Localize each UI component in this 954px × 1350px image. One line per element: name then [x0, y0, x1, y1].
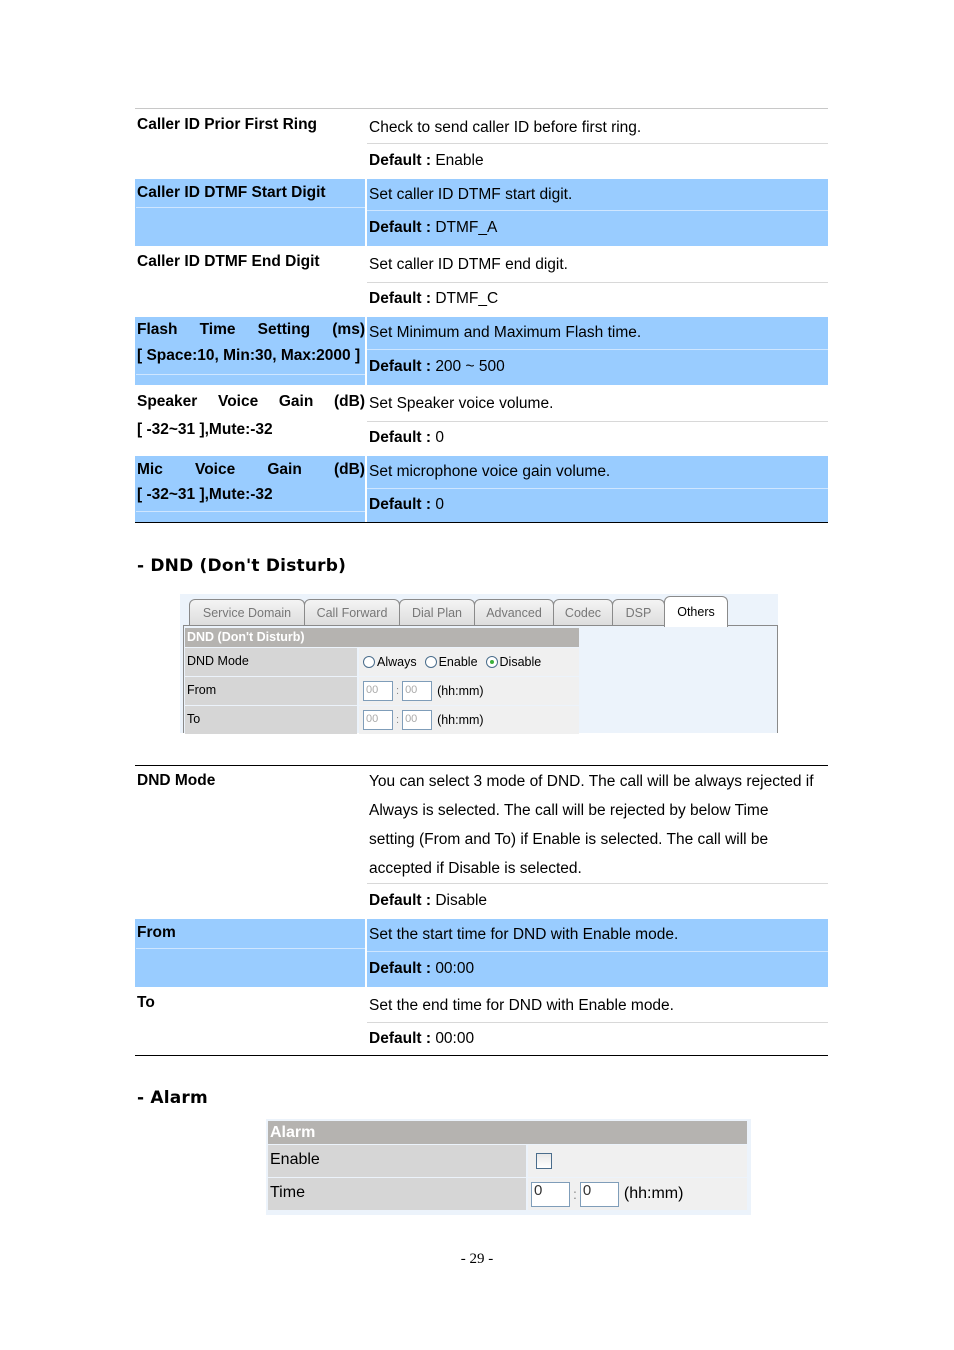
param-range: [ Space:10, Min:30, Max:2000 ]	[137, 347, 361, 364]
param-default: Default : DTMF_C	[367, 282, 828, 315]
table-row: Caller ID DTMF End Digit Set caller ID D…	[135, 248, 828, 315]
enable-checkbox[interactable]	[536, 1153, 552, 1169]
tab-bar: Service Domain Call Forward Dial Plan Ad…	[189, 596, 728, 627]
page-number: - 29 -	[460, 1251, 494, 1267]
param-name: DND Mode	[137, 772, 216, 789]
param-description: Check to send caller ID before first rin…	[369, 118, 642, 136]
param-name: Flash Time Setting (ms)	[137, 321, 365, 338]
panel-border-right	[777, 625, 778, 733]
param-default: Default : Enable	[367, 143, 828, 177]
tab-others[interactable]: Others	[664, 596, 728, 627]
to-label: To	[185, 706, 357, 734]
param-default: Default : 200 ~ 500	[367, 349, 828, 384]
param-description: Set Speaker voice volume.	[369, 395, 554, 412]
from-label: From	[185, 677, 357, 705]
param-range: [ -32~31 ],Mute:-32	[137, 421, 273, 438]
radio-selected-icon	[485, 656, 498, 668]
param-name: Speaker Voice Gain (dB)	[137, 393, 365, 410]
param-description: Set Minimum and Maximum Flash time.	[369, 324, 642, 341]
dnd-to-row: To 00 : 00 (hh:mm)	[185, 706, 579, 734]
alarm-hour-input[interactable]: 0	[531, 1181, 570, 1207]
time-label: Time	[268, 1178, 526, 1210]
form-header: Alarm	[268, 1121, 747, 1144]
alarm-time: 0 : 0 (hh:mm)	[528, 1178, 747, 1210]
dnd-mode-row: DND Mode Always Enable Disable	[185, 648, 579, 676]
param-name: To	[137, 994, 155, 1011]
to-hour-input[interactable]: 00	[363, 710, 393, 730]
param-default: Default : Disable	[367, 883, 828, 917]
tab-service-domain[interactable]: Service Domain	[189, 599, 305, 626]
dnd-settings-screenshot: Service Domain Call Forward Dial Plan Ad…	[180, 594, 778, 734]
radio-enable[interactable]: Enable	[424, 655, 478, 669]
table-row: Caller ID Prior First Ring Check to send…	[135, 109, 828, 177]
parameter-table-dnd: DND Mode You can select 3 mode of DND. T…	[135, 765, 828, 1056]
param-default: Default : 0	[367, 421, 828, 454]
enable-label: Enable	[268, 1145, 526, 1177]
from-time: 00 : 00 (hh:mm)	[359, 677, 579, 705]
param-description: Set caller ID DTMF start digit.	[369, 185, 573, 203]
to-time: 00 : 00 (hh:mm)	[359, 706, 579, 734]
table-row: Flash Time Setting (ms) [ Space:10, Min:30,…	[135, 317, 828, 385]
param-name: Caller ID DTMF End Digit	[137, 253, 320, 270]
tab-call-forward[interactable]: Call Forward	[304, 599, 400, 626]
alarm-settings-screenshot: Alarm Enable Time 0 : 0 (hh:mm)	[266, 1119, 751, 1215]
format-hint: (hh:mm)	[623, 1185, 684, 1202]
radio-disable[interactable]: Disable	[485, 655, 541, 669]
alarm-enable-row: Enable	[268, 1145, 747, 1177]
section-title-dnd: - DND (Don't Disturb)	[137, 556, 347, 576]
param-name: Mic Voice Gain (dB)	[137, 461, 365, 478]
param-description: Set microphone voice gain volume.	[369, 463, 611, 480]
dnd-mode-label: DND Mode	[185, 648, 357, 676]
tab-dsp[interactable]: DSP	[612, 599, 665, 626]
param-default: Default : DTMF_A	[367, 210, 828, 245]
tab-advanced[interactable]: Advanced	[474, 599, 554, 626]
radio-icon	[363, 656, 375, 668]
param-default: Default : 00:00	[367, 951, 828, 986]
from-hour-input[interactable]: 00	[363, 681, 393, 701]
format-hint: (hh:mm)	[437, 713, 484, 727]
param-description: Set the end time for DND with Enable mod…	[369, 996, 674, 1014]
alarm-time-row: Time 0 : 0 (hh:mm)	[268, 1178, 747, 1210]
param-description: Set caller ID DTMF end digit.	[369, 256, 568, 273]
form-header: DND (Don't Disturb)	[185, 628, 579, 647]
parameter-table-voice: Caller ID Prior First Ring Check to send…	[135, 108, 828, 523]
table-row: To Set the end time for DND with Enable …	[135, 989, 828, 1056]
param-range: [ -32~31 ],Mute:-32	[137, 486, 273, 503]
to-minute-input[interactable]: 00	[402, 710, 433, 730]
alarm-form: Alarm Enable Time 0 : 0 (hh:mm)	[268, 1121, 747, 1210]
tab-codec[interactable]: Codec	[553, 599, 613, 626]
from-minute-input[interactable]: 00	[402, 681, 433, 701]
alarm-minute-input[interactable]: 0	[579, 1181, 619, 1207]
section-title-alarm: - Alarm	[137, 1088, 208, 1108]
tab-dial-plan[interactable]: Dial Plan	[399, 599, 475, 626]
radio-icon	[424, 656, 437, 668]
table-row: Caller ID DTMF Start Digit Set caller ID…	[135, 179, 828, 246]
param-description: You can select 3 mode of DND. The call w…	[369, 773, 814, 877]
panel-border-left	[183, 625, 184, 733]
table-row: Mic Voice Gain (dB) [ -32~31 ],Mute:-32 Set…	[135, 456, 828, 523]
dnd-from-row: From 00 : 00 (hh:mm)	[185, 677, 579, 705]
param-default: Default : 0	[367, 488, 828, 521]
param-default: Default : 00:00	[367, 1022, 828, 1055]
table-row: From Set the start time for DND with Ena…	[135, 919, 828, 987]
table-row: DND Mode You can select 3 mode of DND. T…	[135, 766, 828, 917]
format-hint: (hh:mm)	[437, 684, 484, 698]
param-name: Caller ID Prior First Ring	[137, 116, 318, 133]
param-name: From	[137, 924, 176, 941]
param-description: Set the start time for DND with Enable m…	[369, 926, 679, 943]
table-row: Speaker Voice Gain (dB) [ -32~31 ],Mute:-32…	[135, 387, 828, 454]
param-name: Caller ID DTMF Start Digit	[137, 184, 326, 201]
dnd-mode-options: Always Enable Disable	[359, 648, 579, 676]
radio-always[interactable]: Always	[363, 655, 417, 669]
dnd-form: DND (Don't Disturb) DND Mode Always Enab…	[185, 628, 579, 734]
